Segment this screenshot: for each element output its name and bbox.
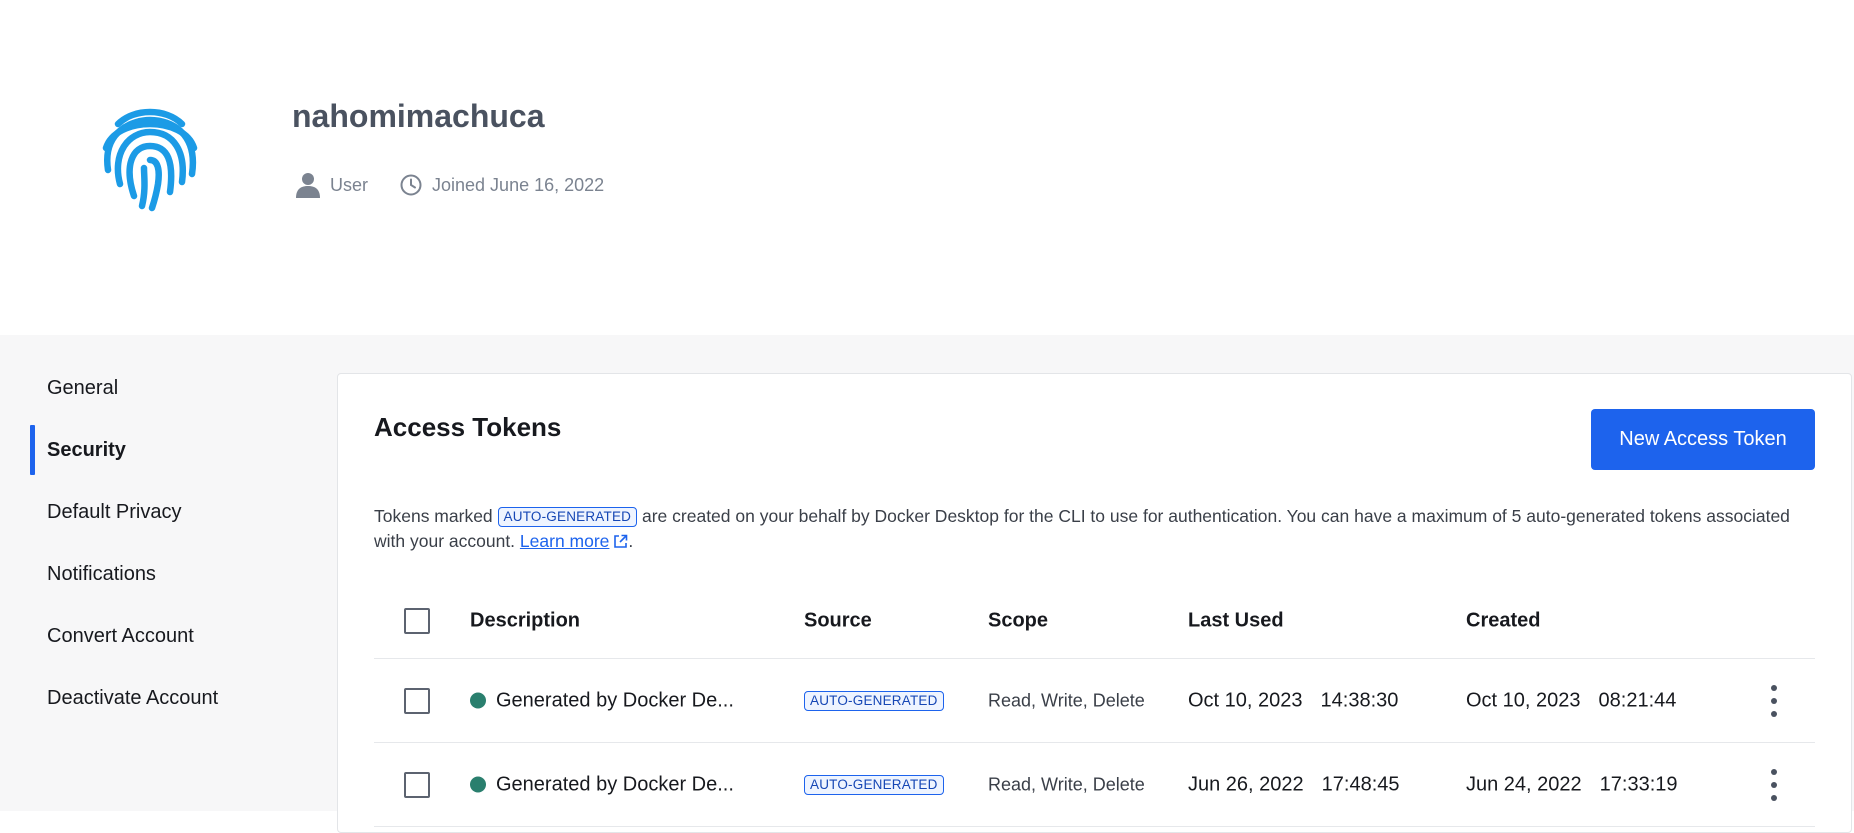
sidebar-item-convert-account[interactable]: Convert Account xyxy=(30,611,330,661)
tokens-table: Description Source Scope Last Used Creat… xyxy=(374,584,1815,827)
more-options-icon[interactable] xyxy=(1764,768,1784,801)
column-header-description[interactable]: Description xyxy=(470,610,580,633)
desc-end: . xyxy=(628,531,634,551)
column-header-scope[interactable]: Scope xyxy=(988,610,1048,633)
token-description-text: Generated by Docker De... xyxy=(496,689,734,711)
token-description: Generated by Docker De... xyxy=(470,773,734,796)
learn-more-link[interactable]: Learn more xyxy=(520,531,610,551)
settings-area: General Security Default Privacy Notific… xyxy=(0,335,1854,833)
clock-icon xyxy=(400,174,422,196)
sidebar-item-deactivate-account[interactable]: Deactivate Account xyxy=(30,673,330,723)
new-access-token-button[interactable]: New Access Token xyxy=(1591,409,1815,470)
sidebar-item-notifications[interactable]: Notifications xyxy=(30,549,330,599)
role-meta: User xyxy=(296,172,368,198)
column-header-source[interactable]: Source xyxy=(804,610,872,633)
last-used-date: Jun 26, 2022 xyxy=(1188,773,1304,795)
created-date: Jun 24, 2022 xyxy=(1466,773,1582,795)
row-checkbox[interactable] xyxy=(404,687,430,714)
token-created: Jun 24, 2022 17:33:19 xyxy=(1466,773,1678,796)
row-checkbox[interactable] xyxy=(404,771,430,798)
token-source: AUTO-GENERATED xyxy=(804,690,944,711)
created-time: 08:21:44 xyxy=(1598,689,1677,711)
section-title: Access Tokens xyxy=(374,412,562,442)
token-last-used: Oct 10, 2023 14:38:30 xyxy=(1188,689,1398,712)
select-all-checkbox[interactable] xyxy=(404,608,430,634)
token-created: Oct 10, 2023 08:21:44 xyxy=(1466,689,1676,712)
joined-label: Joined June 16, 2022 xyxy=(432,174,605,195)
last-used-time: 17:48:45 xyxy=(1321,773,1400,795)
auto-generated-badge: AUTO-GENERATED xyxy=(497,507,638,527)
status-active-icon xyxy=(470,776,486,793)
external-link-icon[interactable] xyxy=(613,534,628,549)
username: nahomimachuca xyxy=(292,98,545,134)
table-row: Generated by Docker De... AUTO-GENERATED… xyxy=(374,743,1815,827)
access-tokens-card: Access Tokens New Access Token Tokens ma… xyxy=(337,373,1852,833)
settings-sidebar: General Security Default Privacy Notific… xyxy=(30,363,330,735)
table-header-row: Description Source Scope Last Used Creat… xyxy=(374,584,1815,659)
table-row: Generated by Docker De... AUTO-GENERATED… xyxy=(374,659,1815,743)
token-description: Generated by Docker De... xyxy=(470,689,734,712)
created-time: 17:33:19 xyxy=(1599,773,1678,795)
profile-header: nahomimachuca User Joined June 16, 2022 xyxy=(0,0,1854,335)
tokens-description: Tokens marked AUTO-GENERATED are created… xyxy=(374,504,1794,554)
created-date: Oct 10, 2023 xyxy=(1466,689,1581,711)
desc-prefix: Tokens marked xyxy=(374,506,493,526)
column-header-last-used[interactable]: Last Used xyxy=(1188,610,1284,633)
fingerprint-icon xyxy=(102,108,198,212)
token-scope: Read, Write, Delete xyxy=(988,690,1145,710)
token-last-used: Jun 26, 2022 17:48:45 xyxy=(1188,773,1400,796)
last-used-date: Oct 10, 2023 xyxy=(1188,689,1303,711)
auto-generated-badge: AUTO-GENERATED xyxy=(804,774,944,795)
user-icon xyxy=(296,173,320,198)
token-description-text: Generated by Docker De... xyxy=(496,773,734,795)
status-active-icon xyxy=(470,692,486,709)
sidebar-item-default-privacy[interactable]: Default Privacy xyxy=(30,487,330,537)
joined-meta: Joined June 16, 2022 xyxy=(400,174,604,196)
role-label: User xyxy=(330,174,369,195)
more-options-icon[interactable] xyxy=(1764,684,1784,717)
column-header-created[interactable]: Created xyxy=(1466,610,1540,633)
token-scope: Read, Write, Delete xyxy=(988,774,1145,794)
token-source: AUTO-GENERATED xyxy=(804,774,944,795)
sidebar-item-security[interactable]: Security xyxy=(30,425,330,475)
auto-generated-badge: AUTO-GENERATED xyxy=(804,690,944,711)
sidebar-item-general[interactable]: General xyxy=(30,363,330,413)
profile-meta: User Joined June 16, 2022 xyxy=(296,172,636,198)
last-used-time: 14:38:30 xyxy=(1320,689,1399,711)
